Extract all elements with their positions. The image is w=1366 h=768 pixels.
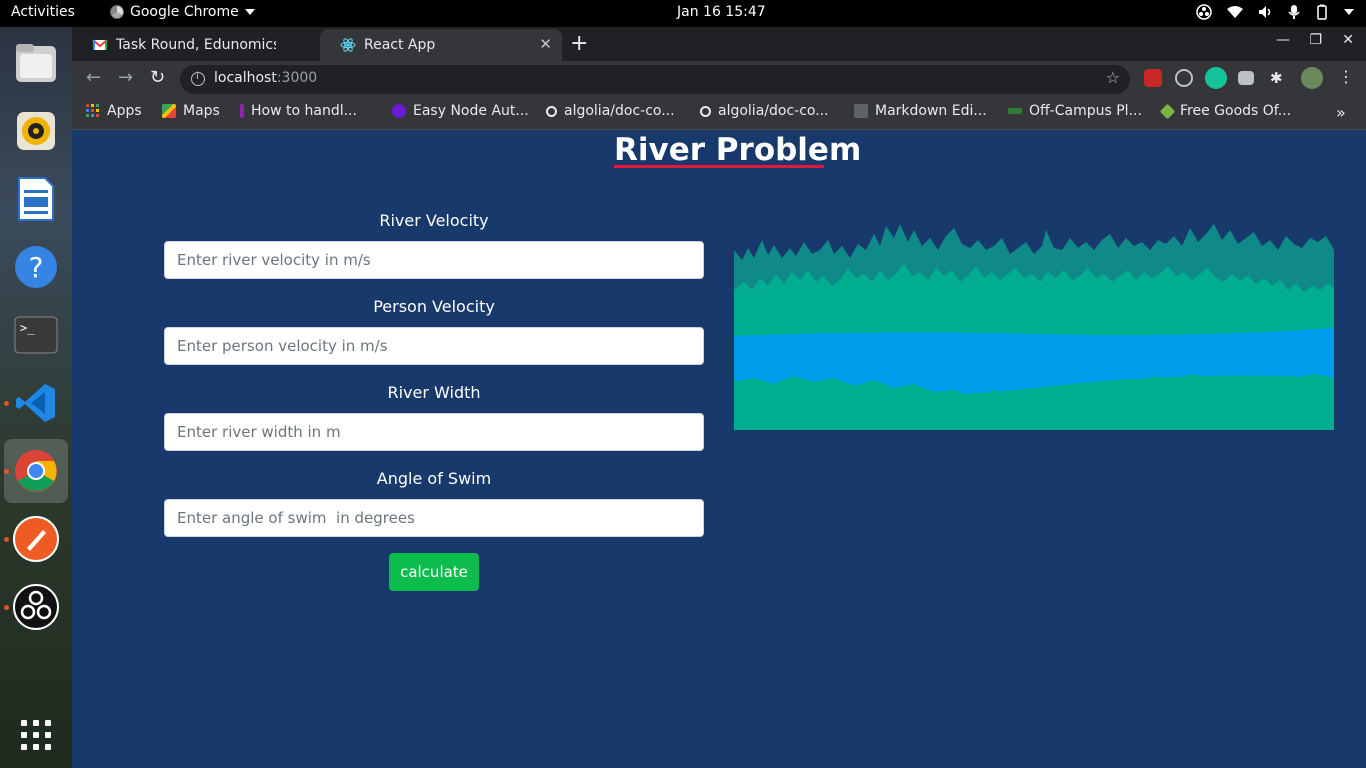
close-window-icon[interactable]: ✕ bbox=[1342, 32, 1354, 48]
wifi-icon bbox=[1227, 6, 1243, 18]
chrome-menu-icon[interactable]: ⋮ bbox=[1338, 67, 1356, 86]
bookmark-how-to-handle[interactable]: How to handl... bbox=[240, 103, 357, 119]
volume-icon bbox=[1259, 6, 1271, 18]
calculate-button[interactable]: calculate bbox=[389, 553, 479, 591]
page-title: River Problem bbox=[614, 132, 862, 168]
tab-label: Task Round, Edunomics Te bbox=[116, 37, 276, 53]
minimize-icon[interactable]: — bbox=[1276, 32, 1290, 48]
river-width-input[interactable] bbox=[164, 413, 704, 451]
tag-icon bbox=[1159, 103, 1176, 119]
bookmark-apps[interactable]: Apps bbox=[86, 103, 142, 119]
bookmark-algolia-1[interactable]: algolia/doc-co... bbox=[546, 103, 675, 119]
page-icon bbox=[1008, 108, 1022, 114]
svg-text:>_: >_ bbox=[20, 321, 35, 335]
site-info-icon[interactable] bbox=[191, 71, 205, 86]
obs-running-indicator bbox=[4, 605, 9, 610]
new-tab-icon[interactable]: + bbox=[570, 31, 588, 56]
clock[interactable]: Jan 16 15:47 bbox=[677, 4, 766, 20]
react-icon bbox=[340, 38, 356, 52]
page-icon bbox=[240, 104, 244, 118]
activities-button[interactable]: Activities bbox=[11, 4, 75, 20]
chevron-down-icon bbox=[244, 9, 255, 15]
profile-avatar[interactable] bbox=[1301, 67, 1323, 89]
extension-target-icon[interactable] bbox=[1175, 69, 1193, 87]
svg-text:?: ? bbox=[29, 251, 44, 284]
postman-icon[interactable] bbox=[12, 515, 60, 563]
help-icon[interactable]: ? bbox=[12, 243, 60, 291]
extensions-puzzle-icon[interactable]: ✱ bbox=[1270, 69, 1288, 87]
url-text: localhost:3000 bbox=[214, 70, 318, 86]
forward-icon[interactable]: → bbox=[118, 67, 133, 88]
dock: ? >_ bbox=[0, 27, 72, 768]
github-icon bbox=[546, 105, 557, 117]
gmail-icon bbox=[92, 39, 108, 50]
bookmark-algolia-2[interactable]: algolia/doc-co... bbox=[700, 103, 829, 119]
files-icon[interactable] bbox=[12, 39, 60, 87]
person-velocity-label: Person Velocity bbox=[373, 297, 495, 316]
page-icon bbox=[392, 104, 406, 118]
system-top-bar: Activities Google Chrome Jan 16 15:47 bbox=[0, 0, 1366, 27]
close-tab-icon[interactable]: ✕ bbox=[539, 35, 552, 53]
grammarly-icon[interactable] bbox=[1205, 67, 1227, 89]
river-illustration bbox=[734, 224, 1334, 430]
reload-icon[interactable]: ↻ bbox=[150, 67, 165, 88]
page-content: River Problem River Velocity Person Velo… bbox=[72, 130, 1366, 768]
angle-of-swim-label: Angle of Swim bbox=[376, 469, 492, 488]
bookmark-off-campus[interactable]: Off-Campus Pl... bbox=[1008, 103, 1142, 119]
bookmark-easy-node-auth[interactable]: Easy Node Aut... bbox=[392, 103, 529, 119]
app-menu[interactable]: Google Chrome bbox=[110, 4, 255, 20]
title-underline bbox=[614, 165, 824, 168]
chrome-icon bbox=[110, 5, 124, 19]
chrome-running-indicator bbox=[4, 469, 9, 474]
angle-of-swim-input[interactable] bbox=[164, 499, 704, 537]
bookmark-free-goods[interactable]: Free Goods Of... bbox=[1159, 103, 1291, 119]
show-applications-icon[interactable] bbox=[12, 711, 60, 759]
terminal-icon[interactable]: >_ bbox=[12, 311, 60, 359]
app-menu-label: Google Chrome bbox=[130, 4, 239, 20]
vscode-icon[interactable] bbox=[12, 379, 60, 427]
obs-studio-icon[interactable] bbox=[12, 583, 60, 631]
system-menu-chevron-icon bbox=[1344, 9, 1354, 15]
more-bookmarks-icon[interactable]: » bbox=[1336, 103, 1346, 122]
river-velocity-label: River Velocity bbox=[379, 211, 489, 230]
extension-red-icon[interactable] bbox=[1144, 69, 1162, 87]
system-tray[interactable] bbox=[1196, 4, 1354, 20]
tab-react-app[interactable]: React App ✕ bbox=[320, 29, 562, 61]
browser-toolbar: ← → ↻ localhost:3000 ☆ ✱ ⋮ bbox=[72, 61, 1366, 97]
river-velocity-input[interactable] bbox=[164, 241, 704, 279]
battery-icon bbox=[1317, 4, 1327, 20]
maps-icon bbox=[162, 104, 176, 118]
bookmark-maps[interactable]: Maps bbox=[162, 103, 220, 119]
restore-icon[interactable]: ❐ bbox=[1309, 32, 1322, 48]
address-bar[interactable]: localhost:3000 ☆ bbox=[180, 65, 1130, 94]
github-icon bbox=[700, 105, 711, 117]
bookmark-markdown-editor[interactable]: Markdown Edi... bbox=[854, 103, 987, 119]
apps-grid-icon bbox=[86, 104, 99, 117]
page-icon bbox=[854, 104, 868, 118]
bookmarks-bar: Apps Maps How to handl... Easy Node Aut.… bbox=[72, 97, 1366, 130]
libreoffice-writer-icon[interactable] bbox=[12, 175, 60, 223]
tab-label: React App bbox=[364, 37, 436, 53]
vscode-running-indicator bbox=[4, 401, 9, 406]
obs-tray-icon bbox=[1196, 4, 1212, 20]
river-width-label: River Width bbox=[387, 383, 481, 402]
tab-strip: Task Round, Edunomics Te React App ✕ + —… bbox=[72, 27, 1366, 61]
extension-box-icon[interactable] bbox=[1238, 71, 1254, 85]
bookmark-star-icon[interactable]: ☆ bbox=[1106, 68, 1120, 87]
back-icon[interactable]: ← bbox=[86, 67, 101, 88]
person-velocity-input[interactable] bbox=[164, 327, 704, 365]
tab-task-round[interactable]: Task Round, Edunomics Te bbox=[72, 29, 320, 61]
postman-running-indicator bbox=[4, 537, 9, 542]
chrome-dock-icon[interactable] bbox=[12, 447, 60, 495]
rhythmbox-icon[interactable] bbox=[12, 107, 60, 155]
microphone-icon bbox=[1288, 5, 1300, 19]
